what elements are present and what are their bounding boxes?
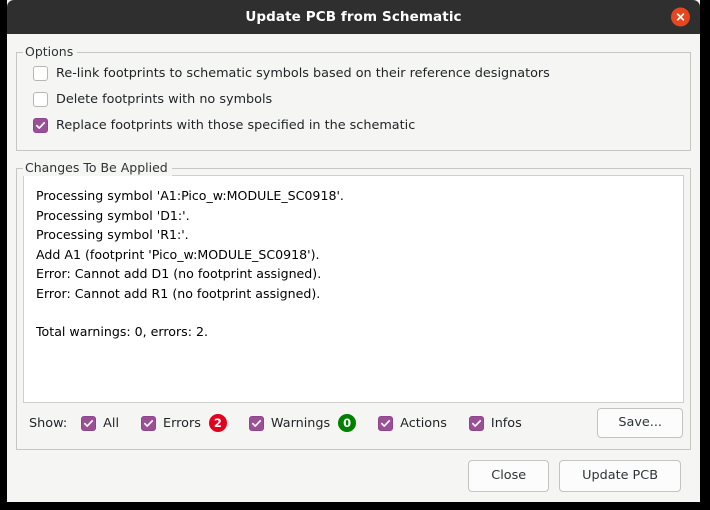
dialog-titlebar: Update PCB from Schematic <box>7 0 700 34</box>
check-icon <box>143 418 154 429</box>
option-replace-footprints[interactable]: Replace footprints with those specified … <box>17 112 690 138</box>
log-line: Error: Cannot add D1 (no footprint assig… <box>36 264 673 284</box>
log-line: Error: Cannot add R1 (no footprint assig… <box>36 284 673 304</box>
checkbox-filter-infos[interactable] <box>469 416 484 431</box>
filter-all-label: All <box>103 416 119 431</box>
show-label: Show: <box>29 416 67 431</box>
filter-warnings-label: Warnings <box>271 416 330 431</box>
check-icon <box>251 418 262 429</box>
changes-log-panel[interactable]: Processing symbol 'A1:Pico_w:MODULE_SC09… <box>23 175 684 403</box>
filter-errors[interactable]: Errors 2 <box>141 414 227 432</box>
log-line: Processing symbol 'R1:'. <box>36 225 673 245</box>
changes-group-title: Changes To Be Applied <box>23 160 172 176</box>
filter-infos-label: Infos <box>491 416 522 431</box>
option-relink-footprints[interactable]: Re-link footprints to schematic symbols … <box>17 60 690 86</box>
filter-actions-label: Actions <box>400 416 447 431</box>
checkbox-filter-all[interactable] <box>81 416 96 431</box>
option-delete-footprints[interactable]: Delete footprints with no symbols <box>17 86 690 112</box>
option-replace-footprints-label: Replace footprints with those specified … <box>56 118 415 133</box>
checkbox-delete-footprints[interactable] <box>33 92 48 107</box>
filter-all[interactable]: All <box>81 416 119 431</box>
update-pcb-dialog: Update PCB from Schematic Options Re-lin… <box>7 0 700 502</box>
update-pcb-button[interactable]: Update PCB <box>559 460 681 492</box>
log-filter-row: Show: All <box>23 403 684 443</box>
filter-infos[interactable]: Infos <box>469 416 522 431</box>
log-summary-line: Total warnings: 0, errors: 2. <box>36 322 673 342</box>
log-line: Processing symbol 'D1:'. <box>36 206 673 226</box>
dialog-title: Update PCB from Schematic <box>245 9 461 25</box>
checkbox-replace-footprints[interactable] <box>33 118 48 133</box>
options-group-title: Options <box>23 44 77 60</box>
option-relink-footprints-label: Re-link footprints to schematic symbols … <box>56 66 550 81</box>
filter-warnings[interactable]: Warnings 0 <box>249 414 356 432</box>
checkbox-filter-errors[interactable] <box>141 416 156 431</box>
errors-count-badge: 2 <box>209 414 227 432</box>
option-delete-footprints-label: Delete footprints with no symbols <box>56 92 272 107</box>
checkbox-filter-actions[interactable] <box>378 416 393 431</box>
log-line: Processing symbol 'A1:Pico_w:MODULE_SC09… <box>36 186 673 206</box>
changes-groupbox: Changes To Be Applied Processing symbol … <box>16 168 691 450</box>
close-icon <box>675 12 686 23</box>
log-spacer <box>36 303 673 322</box>
check-icon <box>471 418 482 429</box>
checkbox-relink-footprints[interactable] <box>33 66 48 81</box>
check-icon <box>83 418 94 429</box>
dialog-footer: Close Update PCB <box>16 450 691 502</box>
options-groupbox: Options Re-link footprints to schematic … <box>16 52 691 151</box>
filter-errors-label: Errors <box>163 416 201 431</box>
desktop-background: Update PCB from Schematic Options Re-lin… <box>0 0 710 510</box>
close-window-button[interactable] <box>671 8 690 27</box>
check-icon <box>380 418 391 429</box>
checkbox-filter-warnings[interactable] <box>249 416 264 431</box>
filter-actions[interactable]: Actions <box>378 416 447 431</box>
dialog-body: Options Re-link footprints to schematic … <box>7 34 700 502</box>
save-button[interactable]: Save... <box>597 408 683 438</box>
log-line: Add A1 (footprint 'Pico_w:MODULE_SC0918'… <box>36 245 673 265</box>
save-button-wrapper: Save... <box>597 408 683 438</box>
close-button[interactable]: Close <box>468 460 549 492</box>
warnings-count-badge: 0 <box>338 414 356 432</box>
check-icon <box>35 120 46 131</box>
